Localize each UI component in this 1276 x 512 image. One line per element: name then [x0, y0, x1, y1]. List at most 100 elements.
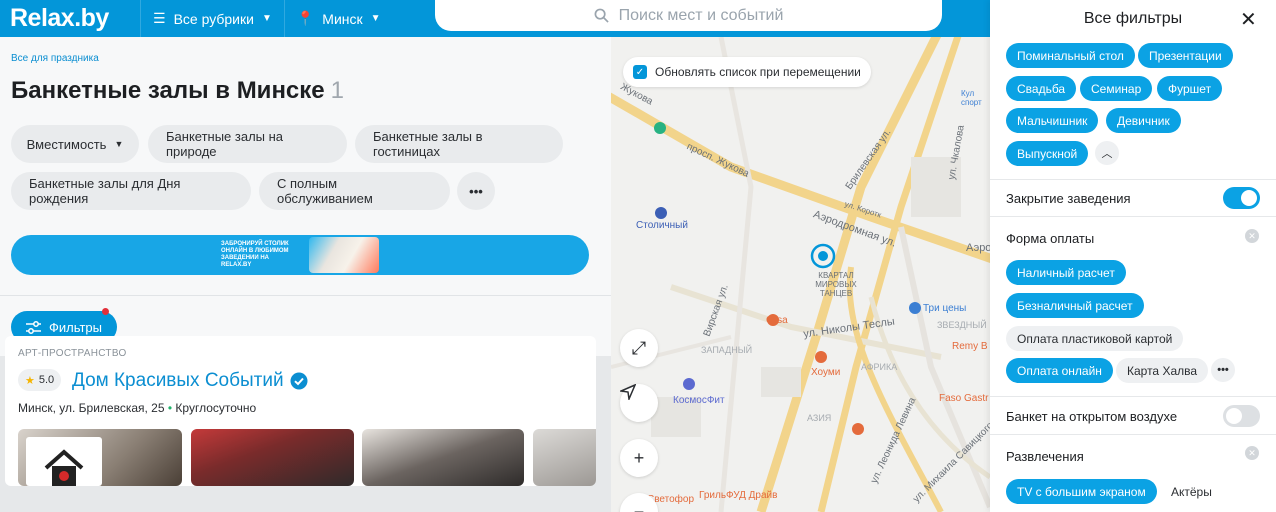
venue-address: Минск, ул. Брилевская, 25 • Круглосуточн…: [18, 401, 256, 415]
rubrics-menu-button[interactable]: ☰ Все рубрики ▼: [140, 0, 284, 37]
clear-fun-icon[interactable]: ✕: [1245, 446, 1259, 460]
venue-logo: [26, 437, 102, 486]
hours-text: Круглосуточно: [175, 401, 257, 415]
filter-tag[interactable]: Безналичный расчет: [1006, 293, 1144, 318]
divider: [990, 216, 1276, 217]
map-label: ЗВЕЗДНЫЙ: [937, 320, 987, 330]
venue-photo[interactable]: [191, 429, 354, 486]
map-label: Столичный: [636, 220, 688, 231]
separator-dot: •: [167, 401, 173, 415]
rubrics-label: Все рубрики: [173, 10, 254, 27]
result-count: 1: [330, 77, 344, 104]
filter-tag[interactable]: Оплата пластиковой картой: [1006, 326, 1184, 351]
closing-toggle[interactable]: [1223, 187, 1260, 209]
filter-tag[interactable]: Выпускной: [1006, 141, 1089, 166]
filter-tag[interactable]: Оплата онлайн: [1006, 358, 1113, 383]
promo-banner[interactable]: Забронируй столик онлайн в любимом завед…: [11, 235, 589, 275]
more-payment-button[interactable]: •••: [1211, 358, 1235, 382]
chip-hotels[interactable]: Банкетные залы в гостиницах: [355, 125, 563, 163]
outdoor-toggle[interactable]: [1223, 405, 1260, 427]
star-icon: ★: [25, 374, 35, 387]
toggle-knob: [1241, 190, 1257, 206]
venue-photo[interactable]: [362, 429, 524, 486]
chip-birthday[interactable]: Банкетные залы для Дня рождения: [11, 172, 251, 210]
capacity-filter-chip[interactable]: Вместимость ▼: [11, 125, 139, 163]
closing-filter-label: Закрытие заведения: [1006, 191, 1131, 206]
divider: [990, 434, 1276, 435]
divider: [990, 179, 1276, 180]
page-title: Банкетные залы в Минске 1: [11, 77, 344, 105]
fun-section-title: Развлечения: [1006, 449, 1084, 464]
chevron-down-icon: ▼: [261, 13, 272, 24]
filter-tag[interactable]: Карта Халва: [1116, 358, 1209, 383]
venue-photo[interactable]: [533, 429, 596, 486]
chevron-down-icon: ▼: [114, 139, 124, 149]
map-label: Orsa: [766, 315, 788, 326]
rating-badge: ★ 5.0: [18, 369, 62, 391]
update-on-move-checkbox[interactable]: ✓ Обновлять список при перемещении: [623, 57, 871, 87]
filter-tag[interactable]: Презентации: [1138, 43, 1233, 68]
filter-tag[interactable]: TV с большим экраном: [1006, 479, 1157, 504]
more-icon: •••: [1217, 364, 1229, 376]
house-logo-icon: [44, 449, 84, 486]
payment-section-title: Форма оплаты: [1006, 231, 1095, 246]
map[interactable]: ✓ Обновлять список при перемещении Жуков…: [611, 37, 990, 512]
map-label: АФРИКА: [861, 362, 898, 372]
filter-tag[interactable]: Свадьба: [1006, 76, 1077, 101]
chip-label: Банкетные залы на природе: [166, 129, 284, 159]
filters-indicator-dot: [102, 308, 109, 315]
toggle-knob: [1226, 408, 1242, 424]
plus-icon: +: [633, 447, 645, 468]
venue-title[interactable]: Дом Красивых Событий: [72, 370, 308, 392]
banner-image: [309, 237, 379, 273]
location-pin-icon: 📍: [296, 10, 315, 26]
map-label: АЗИЯ: [807, 413, 832, 423]
chip-label: С полным обслуживанием: [277, 176, 373, 206]
map-label: Три цены: [923, 303, 967, 314]
venue-photo[interactable]: [18, 429, 182, 486]
chevron-up-icon: ︿: [1101, 148, 1113, 160]
close-icon[interactable]: ✕: [1240, 7, 1257, 32]
fullscreen-button[interactable]: ⤢: [620, 329, 658, 367]
breadcrumb[interactable]: Все для праздника: [11, 53, 99, 64]
city-select-button[interactable]: 📍 Минск ▼: [283, 0, 393, 37]
map-label: КосмосФит: [673, 395, 725, 406]
map-label: Faso Gastr: [939, 393, 989, 404]
map-label: КВАРТАЛ МИРОВЫХ ТАНЦЕВ: [815, 271, 857, 298]
locate-arrow-icon: [620, 384, 636, 400]
more-chips-button[interactable]: •••: [457, 172, 495, 210]
chip-label: Банкетные залы в гостиницах: [373, 129, 483, 159]
clear-payment-icon[interactable]: ✕: [1245, 229, 1259, 243]
all-filters-panel: Все фильтры ✕ Поминальный стол Презентац…: [990, 0, 1276, 512]
collapse-tags-button[interactable]: ︿: [1095, 141, 1119, 165]
site-logo[interactable]: Relax.by: [0, 4, 140, 33]
filter-tag[interactable]: Поминальный стол: [1006, 43, 1135, 68]
filter-tag[interactable]: Актёры: [1160, 479, 1223, 504]
menu-icon: ☰: [153, 10, 166, 26]
filter-tag[interactable]: Семинар: [1080, 76, 1153, 101]
filter-tag[interactable]: Мальчишник: [1006, 108, 1099, 133]
minus-icon: −: [633, 501, 645, 512]
divider: [990, 396, 1276, 397]
map-label: ЗАПАДНЫЙ: [701, 345, 753, 355]
search-input[interactable]: Поиск мест и событий: [435, 0, 942, 31]
filter-tag[interactable]: Наличный расчет: [1006, 260, 1126, 285]
sliders-icon: [25, 320, 41, 334]
city-label: Минск: [322, 10, 363, 27]
rating-value: 5.0: [38, 374, 55, 386]
banner-text: Забронируй столик онлайн в любимом завед…: [221, 241, 289, 268]
checkbox-checked-icon: ✓: [633, 65, 647, 79]
chip-nature[interactable]: Банкетные залы на природе: [148, 125, 347, 163]
filter-tag[interactable]: Девичник: [1106, 108, 1181, 133]
filter-tag[interactable]: Фуршет: [1157, 76, 1223, 101]
geolocate-button[interactable]: [620, 384, 658, 422]
page-title-text: Банкетные залы в Минске: [11, 77, 325, 104]
map-label: Аэро: [966, 242, 990, 254]
chip-label: Банкетные залы для Дня рождения: [29, 176, 181, 206]
more-icon: •••: [469, 183, 483, 199]
chip-full-service[interactable]: С полным обслуживанием: [259, 172, 450, 210]
zoom-in-button[interactable]: +: [620, 439, 658, 477]
chevron-down-icon: ▼: [370, 13, 381, 24]
address-text: Минск, ул. Брилевская, 25: [18, 401, 165, 415]
venue-card[interactable]: АРТ-ПРОСТРАНСТВО ★ 5.0 Дом Красивых Собы…: [5, 336, 596, 486]
